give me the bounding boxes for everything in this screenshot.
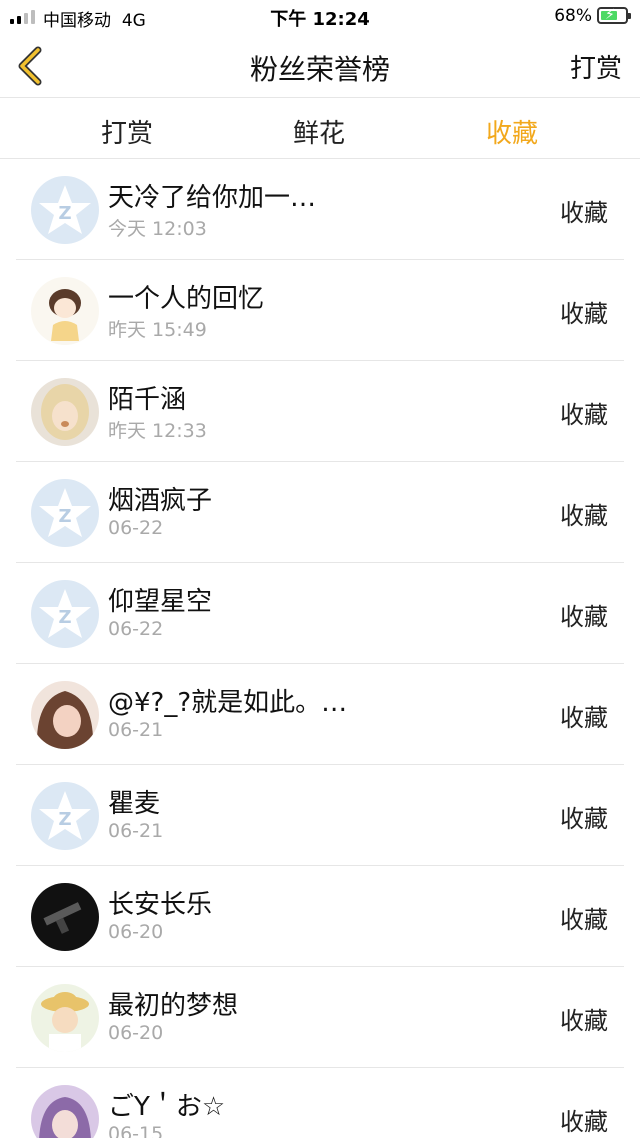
default-star-avatar[interactable]: Z xyxy=(31,580,99,648)
list-item[interactable]: Z 瞿麦 06-21 收藏 xyxy=(16,765,624,866)
fan-name: 长安长乐 xyxy=(108,890,213,920)
fan-time: 06-21 xyxy=(108,719,164,741)
favorite-label: 收藏 xyxy=(560,1108,608,1136)
fan-name: 天冷了给你加一… xyxy=(108,183,317,213)
brown-hair-girl-avatar[interactable] xyxy=(31,681,99,749)
list-item[interactable]: Z 仰望星空 06-22 收藏 xyxy=(16,563,624,664)
default-star-avatar[interactable]: Z xyxy=(31,176,99,244)
reward-button[interactable]: 打赏 xyxy=(570,48,622,85)
charging-bolt-icon: ⚡ xyxy=(605,7,615,23)
svg-text:Z: Z xyxy=(58,607,71,628)
favorite-label: 收藏 xyxy=(560,1007,608,1035)
favorite-label: 收藏 xyxy=(560,401,608,429)
tab-reward[interactable]: 打赏 xyxy=(67,113,187,150)
fan-name: ごY＇お☆ xyxy=(108,1092,226,1122)
fan-name: 最初的梦想 xyxy=(108,991,239,1021)
favorite-label: 收藏 xyxy=(560,502,608,530)
list-item[interactable]: 陌千涵昨天 12:33 收藏 xyxy=(16,361,624,462)
fan-time: 06-20 xyxy=(108,921,164,943)
svg-text:Z: Z xyxy=(58,506,71,527)
list-item[interactable]: Z 烟酒疯子 06-22 收藏 xyxy=(16,462,624,563)
default-star-avatar[interactable]: Z xyxy=(31,479,99,547)
svg-text:Z: Z xyxy=(58,203,71,224)
favorite-label: 收藏 xyxy=(560,805,608,833)
list-item[interactable]: 长安长乐 06-20 收藏 xyxy=(16,866,624,967)
fan-name: 仰望星空 xyxy=(108,587,213,617)
fan-name: @¥?_?就是如此。… xyxy=(108,688,348,718)
blonde-girl-avatar[interactable] xyxy=(31,378,99,446)
page-title: 粉丝荣誉榜 xyxy=(249,53,390,86)
fan-time: 昨天 15:49 xyxy=(108,319,207,341)
fan-time: 06-15 xyxy=(108,1123,164,1138)
tab-flowers[interactable]: 鲜花 xyxy=(259,113,379,150)
favorite-label: 收藏 xyxy=(560,704,608,732)
list-item[interactable]: Z 天冷了给你加一… 今天 12:03 收藏 xyxy=(16,159,624,260)
fan-time: 06-20 xyxy=(108,1022,164,1044)
fan-time: 06-22 xyxy=(108,618,164,640)
list-item[interactable]: 最初的梦想 06-20 收藏 xyxy=(16,967,624,1068)
dark-gun-avatar[interactable] xyxy=(31,883,99,951)
anime-straw-hat-avatar[interactable] xyxy=(31,984,99,1052)
list-item[interactable]: 一个人的回忆昨天 15:49 收藏 xyxy=(16,260,624,361)
favorite-label: 收藏 xyxy=(560,603,608,631)
tab-favorites[interactable]: 收藏 xyxy=(452,113,572,150)
fan-time: 06-21 xyxy=(108,820,164,842)
default-star-avatar[interactable]: Z xyxy=(31,782,99,850)
favorite-label: 收藏 xyxy=(560,906,608,934)
status-bar: 中国移动 4G 下午 12:24 68% ⚡ xyxy=(0,0,640,34)
fan-time: 昨天 12:33 xyxy=(108,420,207,442)
fan-name: 瞿麦 xyxy=(108,789,161,819)
fan-name: 陌千涵 xyxy=(108,385,187,415)
purple-hair-avatar[interactable] xyxy=(31,1085,99,1138)
cartoon-girl-avatar[interactable] xyxy=(31,277,99,345)
fan-name: 烟酒疯子 xyxy=(108,486,213,516)
list-item[interactable]: ごY＇お☆ 06-15 收藏 xyxy=(16,1068,624,1138)
list-item[interactable]: @¥?_?就是如此。… 06-21 收藏 xyxy=(16,664,624,765)
fan-time: 06-22 xyxy=(108,517,164,539)
battery-icon: ⚡ xyxy=(597,7,631,24)
favorite-label: 收藏 xyxy=(560,199,608,227)
fan-time: 今天 12:03 xyxy=(108,218,207,240)
status-time: 下午 12:24 xyxy=(270,9,370,30)
fan-list: Z 天冷了给你加一… 今天 12:03 收藏 一个人的回忆 昨天 15:49 收藏 陌千涵 昨天… xyxy=(16,159,624,1138)
favorite-label: 收藏 xyxy=(560,300,608,328)
fan-name: 一个人的回忆 xyxy=(108,284,265,314)
battery-percent: 68% xyxy=(554,6,592,26)
svg-text:Z: Z xyxy=(58,809,71,830)
nav-bar: 粉丝荣誉榜 打赏 xyxy=(0,34,640,98)
tab-bar: 打赏 鲜花 收藏 xyxy=(0,99,640,159)
